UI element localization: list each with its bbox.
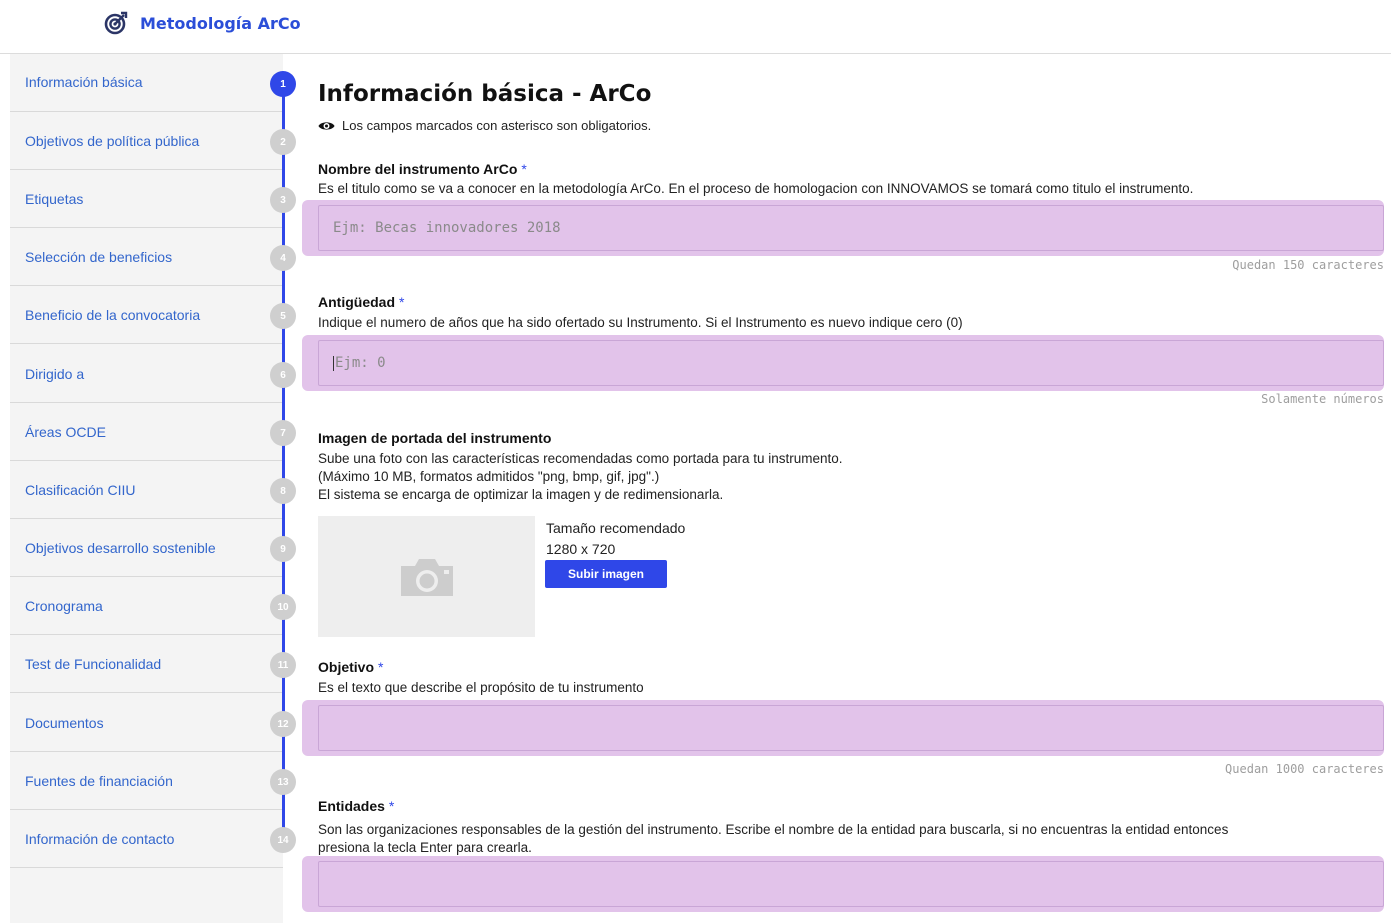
sidebar-item-dirigido-a[interactable]: Dirigido a	[10, 345, 283, 403]
sidebar-item-fuentes-financiacion[interactable]: Fuentes de financiación	[10, 752, 283, 810]
sidebar-item-label: Dirigido a	[25, 366, 85, 382]
sidebar-item-cronograma[interactable]: Cronograma	[10, 577, 283, 635]
sidebar-item-areas-ocde[interactable]: Áreas OCDE	[10, 403, 283, 461]
image-recommendation: Tamaño recomendado 1280 x 720	[546, 518, 685, 560]
nombre-label: Nombre del instrumento ArCo *	[318, 161, 527, 177]
nombre-label-text: Nombre del instrumento ArCo	[318, 161, 518, 177]
imagen-help-2: (Máximo 10 MB, formatos admitidos "png, …	[318, 469, 660, 484]
step-badge[interactable]: 12	[270, 711, 296, 737]
step-badge[interactable]: 5	[270, 303, 296, 329]
imagen-help-1: Sube una foto con las características re…	[318, 451, 843, 466]
objetivo-help: Es el texto que describe el propósito de…	[318, 680, 644, 695]
step-badge[interactable]: 13	[270, 769, 296, 795]
sidebar-item-label: Clasificación CIIU	[25, 482, 136, 498]
step-badge[interactable]: 2	[270, 129, 296, 155]
sidebar-item-label: Objetivos de política pública	[25, 133, 200, 149]
step-badge[interactable]: 11	[270, 652, 296, 678]
page-title: Información básica - ArCo	[318, 81, 652, 107]
entidades-field-highlight	[302, 856, 1384, 912]
sidebar-item-beneficio-convocatoria[interactable]: Beneficio de la convocatoria	[10, 286, 283, 344]
camera-icon	[400, 558, 453, 596]
antiguedad-input[interactable]: Ejm: 0	[318, 340, 1384, 386]
sidebar-item-label: Selección de beneficios	[25, 249, 173, 265]
required-star: *	[521, 161, 527, 177]
objetivo-char-counter: Quedan 1000 caracteres	[1225, 762, 1384, 776]
brand[interactable]: Metodología ArCo	[104, 11, 301, 35]
app-header: Metodología ArCo	[0, 0, 1391, 54]
text-cursor	[333, 355, 334, 371]
nombre-char-counter: Quedan 150 caracteres	[1232, 258, 1384, 272]
antiguedad-field-highlight: Ejm: 0	[302, 335, 1384, 391]
sidebar-item-objetivos-politica[interactable]: Objetivos de política pública	[10, 112, 283, 170]
app-title: Metodología ArCo	[140, 13, 301, 33]
step-badge[interactable]: 10	[270, 594, 296, 620]
antiguedad-label: Antigüedad *	[318, 294, 404, 310]
sidebar-item-label: Test de Funcionalidad	[25, 656, 162, 672]
sidebar-item-test-funcionalidad[interactable]: Test de Funcionalidad	[10, 635, 283, 693]
objetivo-label-text: Objetivo	[318, 659, 375, 675]
imagen-help-3: El sistema se encarga de optimizar la im…	[318, 487, 724, 502]
sidebar-item-label: Documentos	[25, 715, 104, 731]
step-badge[interactable]: 14	[270, 827, 296, 853]
imagen-label: Imagen de portada del instrumento	[318, 430, 552, 446]
antiguedad-label-text: Antigüedad	[318, 294, 395, 310]
objetivo-label: Objetivo *	[318, 659, 383, 675]
step-badge[interactable]: 9	[270, 536, 296, 562]
target-icon	[104, 11, 128, 35]
entidades-label: Entidades *	[318, 798, 394, 814]
entidades-help-1: Son las organizaciones responsables de l…	[318, 822, 1229, 837]
nombre-input[interactable]: Ejm: Becas innovadores 2018	[318, 205, 1384, 251]
step-badge[interactable]: 3	[270, 187, 296, 213]
recommended-size-value: 1280 x 720	[546, 541, 616, 557]
step-badge[interactable]: 7	[270, 420, 296, 446]
required-star: *	[378, 659, 384, 675]
sidebar-item-clasificacion-ciiu[interactable]: Clasificación CIIU	[10, 461, 283, 519]
sidebar-item-label: Etiquetas	[25, 191, 84, 207]
antiguedad-hint: Solamente números	[1261, 392, 1384, 406]
objetivo-textarea[interactable]	[318, 705, 1384, 751]
antiguedad-help: Indique el numero de años que ha sido of…	[318, 315, 963, 330]
step-badge[interactable]: 6	[270, 362, 296, 388]
eye-icon	[318, 121, 335, 130]
image-preview	[318, 516, 535, 637]
antiguedad-placeholder: Ejm: 0	[335, 355, 386, 371]
step-badge[interactable]: 4	[270, 245, 296, 271]
nombre-placeholder: Ejm: Becas innovadores 2018	[333, 220, 561, 236]
sidebar-item-label: Información básica	[25, 74, 143, 90]
entidades-input[interactable]	[318, 861, 1384, 907]
required-star: *	[399, 294, 405, 310]
sidebar-item-label: Fuentes de financiación	[25, 773, 173, 789]
entidades-label-text: Entidades	[318, 798, 385, 814]
sidebar-item-informacion-basica[interactable]: Información básica	[10, 54, 283, 112]
sidebar-item-etiquetas[interactable]: Etiquetas	[10, 170, 283, 228]
required-note-text: Los campos marcados con asterisco son ob…	[342, 118, 652, 133]
step-badge[interactable]: 8	[270, 478, 296, 504]
nombre-help: Es el titulo como se va a conocer en la …	[318, 181, 1194, 196]
sidebar-item-informacion-contacto[interactable]: Información de contacto	[10, 810, 283, 868]
sidebar-item-label: Objetivos desarrollo sostenible	[25, 540, 216, 556]
sidebar-item-label: Áreas OCDE	[25, 424, 106, 440]
sidebar-item-seleccion-beneficios[interactable]: Selección de beneficios	[10, 228, 283, 286]
sidebar-item-label: Información de contacto	[25, 831, 175, 847]
entidades-help-2: presiona la tecla Enter para crearla.	[318, 840, 532, 855]
recommended-size-label: Tamaño recomendado	[546, 520, 686, 536]
sidebar-item-documentos[interactable]: Documentos	[10, 694, 283, 752]
upload-image-button[interactable]: Subir imagen	[545, 560, 667, 588]
sidebar-item-label: Beneficio de la convocatoria	[25, 307, 201, 323]
required-star: *	[388, 798, 395, 814]
objetivo-field-highlight	[302, 700, 1384, 756]
required-note: Los campos marcados con asterisco son ob…	[318, 118, 651, 133]
step-badge[interactable]: 1	[270, 71, 296, 97]
sidebar: Información básica Objetivos de política…	[10, 54, 283, 923]
sidebar-item-objetivos-desarrollo[interactable]: Objetivos desarrollo sostenible	[10, 519, 283, 577]
sidebar-item-label: Cronograma	[25, 598, 103, 614]
nombre-field-highlight: Ejm: Becas innovadores 2018	[302, 200, 1384, 256]
